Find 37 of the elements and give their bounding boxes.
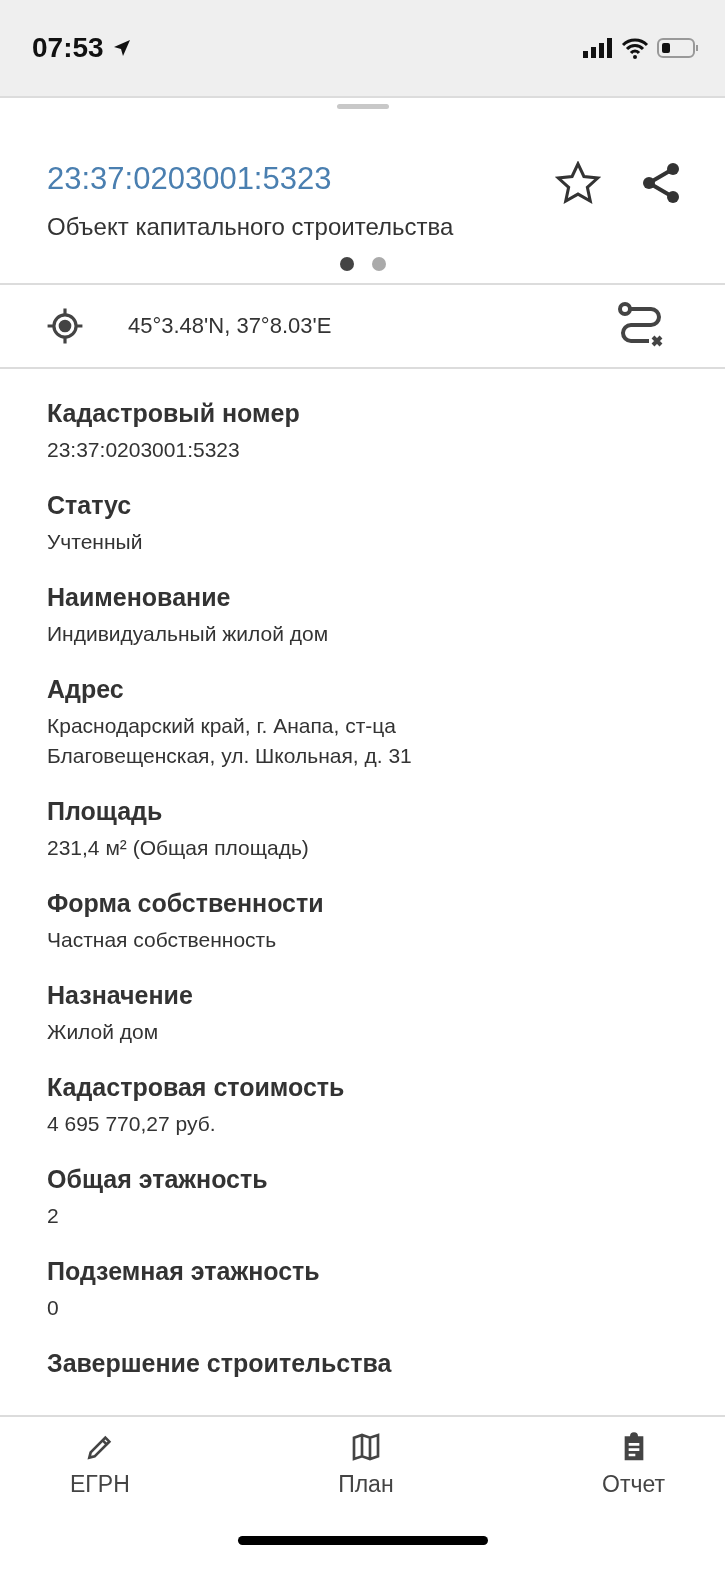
signal-icon	[583, 38, 613, 58]
field-value: 0	[47, 1295, 60, 1321]
nav-tab[interactable]: План	[338, 1431, 394, 1498]
location-target-icon[interactable]	[46, 307, 84, 345]
share-icon[interactable]	[641, 161, 681, 205]
star-icon[interactable]	[555, 161, 601, 205]
coordinates: 45°3.48'N, 37°8.03'E	[128, 313, 333, 339]
field-label: Наименование	[47, 582, 232, 613]
field-label: Кадастровая стоимость	[47, 1072, 346, 1103]
field-label: Подземная этажность	[47, 1256, 321, 1287]
page-dot[interactable]	[371, 257, 386, 271]
field-value: Частная собственность	[47, 927, 278, 953]
cadastral-title: 23:37:0203001:5323	[47, 160, 333, 198]
field-value: Жилой дом	[47, 1019, 160, 1045]
field-value: Учтенный	[47, 529, 144, 555]
battery-icon	[657, 37, 699, 59]
page-dot[interactable]	[339, 257, 354, 271]
field-value: 231,4 м² (Общая площадь)	[47, 835, 310, 861]
field-value: Краснодарский край, г. Анапа, ст-ца Благовещенская, ул. Школьная, д. 31	[47, 713, 413, 769]
drag-handle[interactable]	[336, 104, 389, 109]
nav-tab[interactable]: ЕГРН	[70, 1431, 130, 1498]
field-value: 4 695 770,27 руб.	[47, 1111, 217, 1137]
field-label: Форма собственности	[47, 888, 325, 919]
nav-tab[interactable]: Отчет	[602, 1431, 665, 1498]
field-label: Завершение строительства	[47, 1348, 393, 1379]
field-value: Индивидуальный жилой дом	[47, 621, 330, 647]
field-label: Статус	[47, 490, 133, 521]
status-time: 07:53	[32, 32, 104, 64]
field-label: Адрес	[47, 674, 125, 705]
field-label: Общая этажность	[47, 1164, 269, 1195]
field-label: Назначение	[47, 980, 194, 1011]
field-label: Площадь	[47, 796, 164, 827]
field-value: 2	[47, 1203, 60, 1229]
field-value: 23:37:0203001:5323	[47, 437, 241, 463]
wifi-icon	[621, 37, 649, 59]
object-type: Объект капитального строительства	[47, 213, 454, 241]
field-label: Кадастровый номер	[47, 398, 301, 429]
